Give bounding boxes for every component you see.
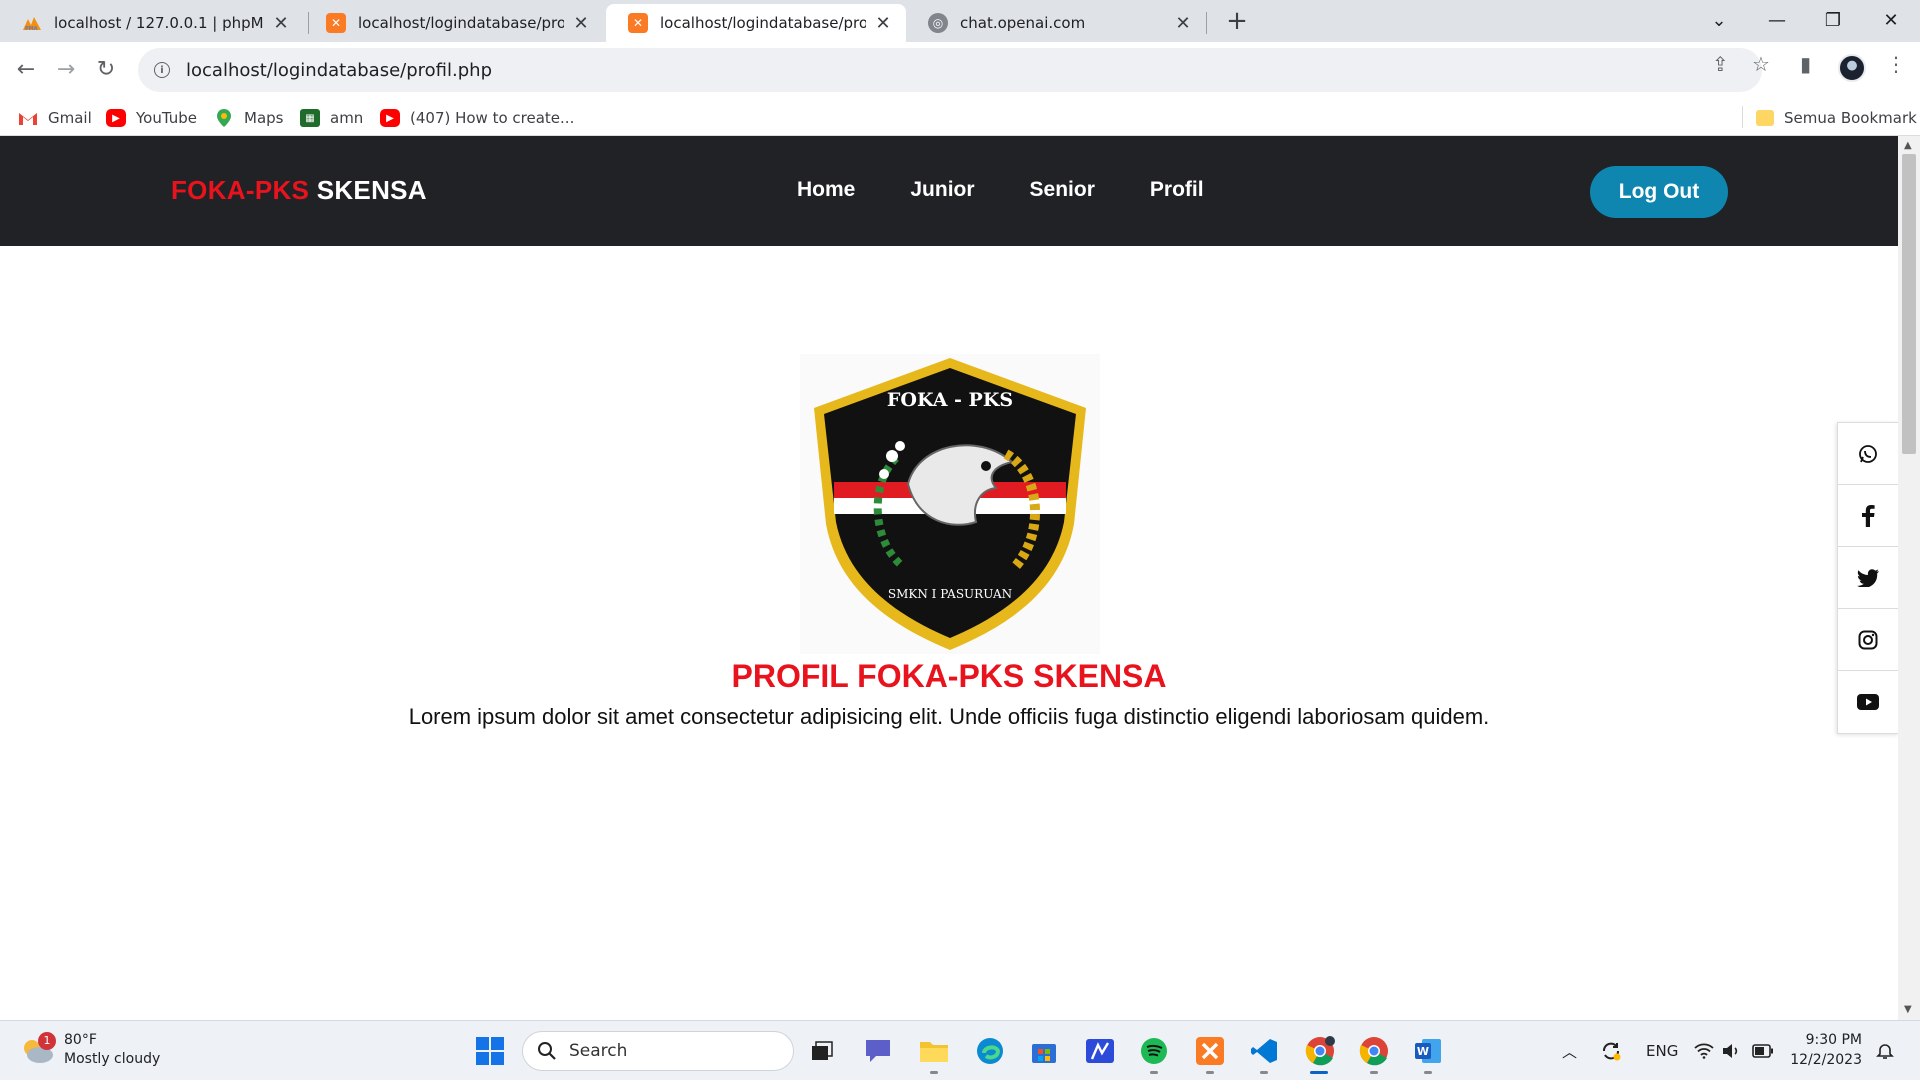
main-content: FOKA - PKS SMKN I PASURUAN PROFIL FOKA-P… [0, 246, 1898, 1020]
folder-icon [1756, 110, 1774, 126]
battery-icon[interactable] [1752, 1021, 1774, 1081]
back-icon[interactable]: ← [10, 54, 42, 86]
xampp-icon[interactable] [1192, 1033, 1228, 1069]
nav-senior[interactable]: Senior [1030, 178, 1095, 202]
logo-top-text: FOKA - PKS [887, 389, 1013, 411]
page-description: Lorem ipsum dolor sit amet consectetur a… [408, 704, 1490, 729]
cloudy-weather-icon: 1 [20, 1032, 56, 1064]
nav-junior[interactable]: Junior [910, 178, 974, 202]
address-bar[interactable]: i localhost/logindatabase/profil.php [138, 48, 1762, 92]
nav-menu: Home Junior Senior Profil [797, 178, 1259, 202]
weather-temp: 80°F [64, 1032, 97, 1048]
facebook-icon[interactable] [1838, 485, 1898, 547]
close-tab-icon[interactable]: ✕ [572, 13, 590, 34]
svg-text:PMA: PMA [25, 26, 38, 31]
scrollbar-thumb[interactable] [1902, 154, 1916, 454]
minimize-button[interactable]: — [1752, 4, 1802, 38]
bookmark-youtube[interactable]: ▶ YouTube [106, 107, 197, 129]
tab-profil-2[interactable]: ✕ localhost/logindatabase/profil.php ✕ [606, 4, 906, 42]
taskbar-clock[interactable]: 9:30 PM 12/2/2023 [1790, 1030, 1862, 1070]
bookmark-how-to-create[interactable]: ▶ (407) How to create... [380, 107, 574, 129]
logout-button[interactable]: Log Out [1590, 166, 1728, 218]
weather-desc: Mostly cloudy [64, 1051, 161, 1067]
whatsapp-icon[interactable] [1838, 423, 1898, 485]
file-explorer-icon[interactable] [916, 1033, 952, 1069]
svg-text:W: W [1417, 1045, 1429, 1058]
teams-chat-icon[interactable] [860, 1033, 896, 1069]
notification-icon[interactable] [1876, 1021, 1894, 1081]
forward-icon[interactable]: → [50, 54, 82, 86]
tab-profil-1[interactable]: ✕ localhost/logindatabase/profil.php ✕ [304, 4, 604, 42]
youtube-icon[interactable] [1838, 671, 1898, 733]
language-indicator[interactable]: ENG [1646, 1021, 1678, 1081]
chrome-profile-icon[interactable] [1356, 1033, 1392, 1069]
volume-icon[interactable] [1722, 1021, 1740, 1081]
profile-avatar[interactable] [1838, 54, 1866, 82]
spotify-icon[interactable] [1136, 1033, 1172, 1069]
math-app-icon[interactable] [1082, 1033, 1118, 1069]
maps-icon [214, 109, 234, 127]
share-icon[interactable]: ⇪ [1712, 52, 1729, 76]
scroll-up-icon[interactable]: ▲ [1904, 140, 1912, 151]
browser-toolbar: ← → ↻ i localhost/logindatabase/profil.p… [0, 42, 1920, 98]
tab-chatgpt[interactable]: ◎ chat.openai.com ✕ [906, 4, 1206, 42]
wifi-icon[interactable] [1694, 1021, 1714, 1081]
taskbar-search[interactable]: Search [522, 1031, 794, 1071]
nav-profil[interactable]: Profil [1150, 178, 1204, 202]
tab-phpmyadmin[interactable]: PMA localhost / 127.0.0.1 | phpMyAdmin ✕ [0, 4, 304, 42]
vscode-icon[interactable] [1246, 1033, 1282, 1069]
bookmark-star-icon[interactable]: ☆ [1752, 52, 1770, 76]
edge-icon[interactable] [972, 1033, 1008, 1069]
new-tab-button[interactable]: + [1222, 6, 1252, 36]
close-tab-icon[interactable]: ✕ [874, 13, 892, 34]
windows-start-icon[interactable] [472, 1033, 508, 1069]
side-panel-icon[interactable]: ▮ [1800, 52, 1811, 76]
show-hidden-icons[interactable]: ︿ [1562, 1021, 1577, 1081]
social-sidebar [1837, 422, 1899, 734]
bookmark-gmail[interactable]: Gmail [18, 107, 92, 129]
bookmark-amn[interactable]: ▦ amn [300, 107, 363, 129]
nav-home[interactable]: Home [797, 178, 855, 202]
xampp-icon: ✕ [326, 13, 346, 33]
youtube-icon: ▶ [106, 109, 126, 127]
browser-tab-strip: PMA localhost / 127.0.0.1 | phpMyAdmin ✕… [0, 0, 1920, 42]
url-text: localhost/logindatabase/profil.php [186, 59, 492, 81]
page-title: PROFIL FOKA-PKS SKENSA [731, 658, 1167, 694]
amn-icon: ▦ [300, 109, 320, 127]
bookmarks-bar: Gmail ▶ YouTube Maps ▦ amn ▶ (407) How t… [0, 98, 1920, 136]
youtube-icon: ▶ [380, 109, 400, 127]
task-view-icon[interactable] [804, 1033, 840, 1069]
logo-bottom-text: SMKN I PASURUAN [888, 587, 1012, 601]
page-scrollbar[interactable]: ▲ ▼ [1898, 136, 1920, 1020]
close-window-button[interactable]: ✕ [1866, 4, 1916, 38]
bookmark-maps[interactable]: Maps [214, 107, 283, 129]
search-icon [538, 1042, 556, 1060]
windows-taskbar: 1 80°F Mostly cloudy Search W ︿ ENG 9:30… [0, 1020, 1920, 1080]
globe-icon: ◎ [928, 13, 948, 33]
all-bookmarks-folder[interactable]: Semua Bookmark [1756, 107, 1917, 129]
scroll-down-icon[interactable]: ▼ [1904, 1004, 1912, 1015]
site-info-icon[interactable]: i [154, 62, 170, 78]
site-brand[interactable]: FOKA-PKS SKENSA [171, 175, 427, 206]
chrome-icon[interactable] [1302, 1033, 1338, 1069]
word-icon[interactable]: W [1410, 1033, 1446, 1069]
sync-icon[interactable] [1600, 1021, 1622, 1081]
tab-search-icon[interactable]: ⌄ [1694, 4, 1744, 38]
close-tab-icon[interactable]: ✕ [1174, 13, 1192, 34]
restore-button[interactable]: ❐ [1808, 4, 1858, 38]
weather-widget[interactable]: 1 80°F Mostly cloudy [20, 1031, 160, 1069]
site-navbar: FOKA-PKS SKENSA Home Junior Senior Profi… [0, 136, 1898, 246]
close-tab-icon[interactable]: ✕ [272, 13, 290, 34]
microsoft-store-icon[interactable] [1026, 1033, 1062, 1069]
gmail-icon [18, 109, 38, 127]
reload-icon[interactable]: ↻ [90, 54, 122, 86]
xampp-icon: ✕ [628, 13, 648, 33]
weather-badge: 1 [38, 1032, 56, 1050]
instagram-icon[interactable] [1838, 609, 1898, 671]
twitter-icon[interactable] [1838, 547, 1898, 609]
phpmyadmin-icon: PMA [22, 13, 42, 33]
foka-pks-logo: FOKA - PKS SMKN I PASURUAN [800, 354, 1100, 654]
menu-icon[interactable]: ⋮ [1886, 52, 1906, 76]
